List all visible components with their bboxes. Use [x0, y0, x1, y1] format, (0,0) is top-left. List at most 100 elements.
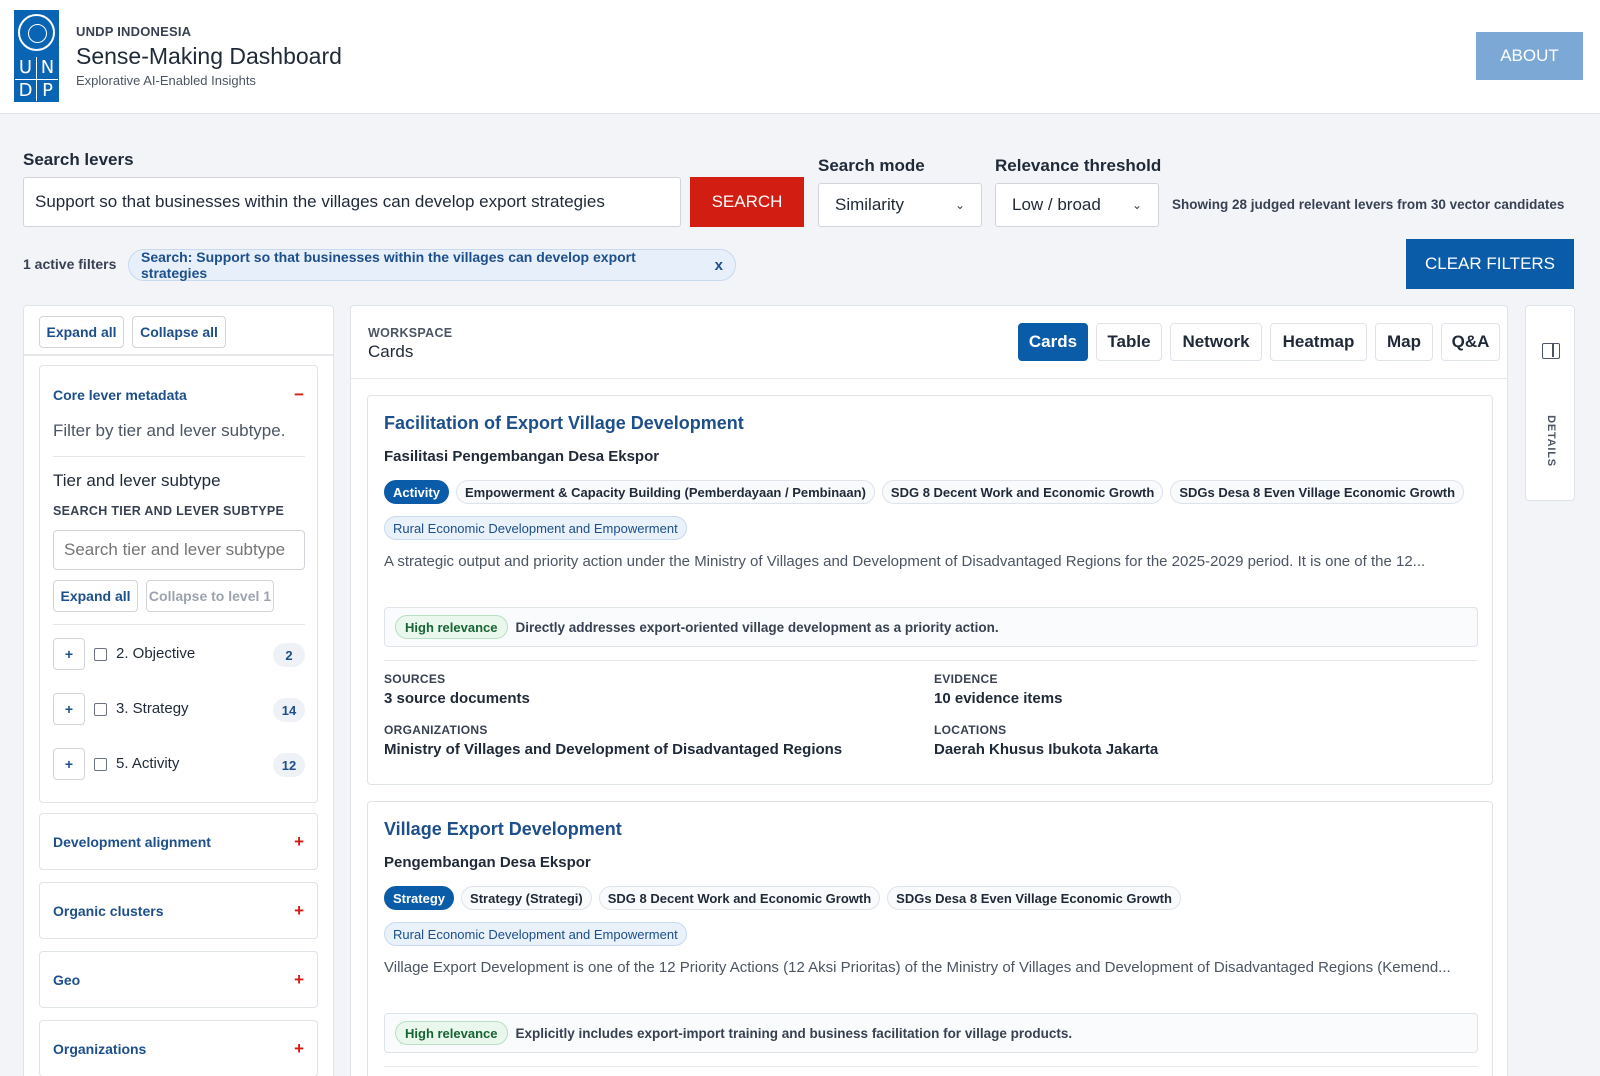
lever-card: Village Export Development Pengembangan … — [367, 801, 1493, 1076]
tier-search-input[interactable] — [53, 530, 305, 570]
tree-expand-all-button[interactable]: Expand all — [53, 580, 138, 612]
tree-item-activity: + 5. Activity 12 — [53, 748, 305, 782]
sdg-desa-tag: SDGs Desa 8 Even Village Economic Growth — [887, 886, 1181, 910]
checkbox-icon[interactable] — [94, 758, 107, 771]
card-subtitle: Fasilitasi Pengembangan Desa Ekspor — [384, 448, 660, 465]
cluster-tag: Rural Economic Development and Empowerme… — [384, 516, 687, 540]
tree-item-label[interactable]: 5. Activity — [116, 755, 179, 772]
sources-caption: SOURCES — [384, 672, 446, 686]
tier-tag: Activity — [384, 480, 449, 504]
tree-item-label[interactable]: 3. Strategy — [116, 700, 189, 717]
relevance-threshold-value: Low / broad — [1012, 195, 1101, 214]
workspace-panel: WORKSPACE Cards Cards Table Network Heat… — [350, 305, 1508, 1076]
close-icon[interactable]: x — [715, 257, 723, 274]
logo-letter: P — [37, 79, 58, 101]
logo-letter: N — [37, 57, 58, 79]
section-title[interactable]: Core lever metadata — [53, 387, 187, 403]
tier-search-caption: SEARCH TIER AND LEVER SUBTYPE — [53, 504, 285, 518]
sources-value: 3 source documents — [384, 690, 530, 707]
search-mode-label: Search mode — [818, 156, 925, 175]
section-title: Organic clusters — [53, 903, 164, 919]
divider — [384, 1066, 1478, 1067]
organizations-section[interactable]: Organizations + — [39, 1020, 318, 1076]
plus-icon[interactable]: + — [294, 901, 304, 921]
organic-clusters-section[interactable]: Organic clusters + — [39, 882, 318, 939]
expand-all-button[interactable]: Expand all — [39, 316, 124, 348]
workspace-title: Cards — [368, 342, 414, 361]
card-description: Village Export Development is one of the… — [384, 959, 1451, 976]
subtype-tag: Strategy (Strategi) — [461, 886, 592, 910]
tag-list: Rural Economic Development and Empowerme… — [384, 922, 687, 946]
relevance-threshold-select[interactable]: Low / broad ⌄ — [995, 183, 1159, 227]
tab-cards[interactable]: Cards — [1018, 323, 1088, 361]
panel-toggle-icon[interactable] — [1542, 343, 1560, 359]
clear-filters-button[interactable]: CLEAR FILTERS — [1406, 239, 1574, 289]
relevance-badge: High relevance — [395, 1021, 508, 1045]
search-input[interactable] — [23, 177, 681, 227]
search-label: Search levers — [23, 150, 134, 169]
plus-icon[interactable]: + — [53, 693, 85, 725]
checkbox-icon[interactable] — [94, 648, 107, 661]
divider — [53, 456, 305, 457]
tree-item-strategy: + 3. Strategy 14 — [53, 693, 305, 727]
search-button[interactable]: SEARCH — [690, 177, 804, 227]
tab-map[interactable]: Map — [1375, 323, 1433, 361]
tab-heatmap[interactable]: Heatmap — [1270, 323, 1367, 361]
plus-icon[interactable]: + — [294, 970, 304, 990]
app-header: U N D P UNDP INDONESIA Sense-Making Dash… — [0, 0, 1600, 114]
filter-chip[interactable]: Search: Support so that businesses withi… — [128, 249, 736, 281]
tag-list: Strategy Strategy (Strategi) SDG 8 Decen… — [384, 886, 1181, 910]
locations-caption: LOCATIONS — [934, 723, 1007, 737]
search-mode-select[interactable]: Similarity ⌄ — [818, 183, 982, 227]
section-title: Organizations — [53, 1041, 147, 1057]
relevance-threshold-label: Relevance threshold — [995, 156, 1162, 175]
checkbox-icon[interactable] — [94, 703, 107, 716]
minus-icon[interactable]: − — [294, 385, 304, 405]
tree-item-count: 12 — [273, 753, 305, 777]
tab-qa[interactable]: Q&A — [1441, 323, 1500, 361]
tree-item-objective: + 2. Objective 2 — [53, 638, 305, 672]
tab-network[interactable]: Network — [1170, 323, 1262, 361]
tab-table[interactable]: Table — [1096, 323, 1162, 361]
geo-section[interactable]: Geo + — [39, 951, 318, 1008]
tag-list: Activity Empowerment & Capacity Building… — [384, 480, 1465, 504]
section-title: Development alignment — [53, 834, 211, 850]
divider — [351, 378, 1507, 379]
evidence-caption: EVIDENCE — [934, 672, 998, 686]
tier-tag: Strategy — [384, 886, 455, 910]
plus-icon[interactable]: + — [53, 638, 85, 670]
plus-icon[interactable]: + — [294, 832, 304, 852]
filter-sidebar: Expand all Collapse all Core lever metad… — [23, 305, 334, 1076]
search-mode-value: Similarity — [835, 195, 904, 214]
plus-icon[interactable]: + — [53, 748, 85, 780]
card-title[interactable]: Facilitation of Export Village Developme… — [384, 413, 744, 434]
plus-icon[interactable]: + — [294, 1039, 304, 1059]
sdg-tag: SDG 8 Decent Work and Economic Growth — [881, 480, 1164, 504]
relevance-badge: High relevance — [395, 615, 508, 639]
tier-subtype-heading: Tier and lever subtype — [53, 471, 221, 490]
subtype-tag: Empowerment & Capacity Building (Pemberd… — [455, 480, 875, 504]
divider — [384, 660, 1478, 661]
relevance-text: Directly addresses export-oriented villa… — [515, 619, 999, 635]
section-description: Filter by tier and lever subtype. — [53, 421, 286, 440]
page-title: Sense-Making Dashboard — [76, 43, 342, 69]
un-emblem-icon — [18, 14, 55, 51]
card-subtitle: Pengembangan Desa Ekspor — [384, 854, 591, 871]
tree-item-count: 2 — [273, 643, 305, 667]
collapse-all-button[interactable]: Collapse all — [132, 316, 226, 348]
development-alignment-section[interactable]: Development alignment + — [39, 813, 318, 870]
divider — [53, 624, 305, 625]
tree-item-label[interactable]: 2. Objective — [116, 645, 195, 662]
tag-list: Rural Economic Development and Empowerme… — [384, 516, 687, 540]
about-button[interactable]: ABOUT — [1476, 32, 1583, 80]
section-title: Geo — [53, 972, 81, 988]
filter-chip-label: Search: Support so that businesses withi… — [141, 249, 636, 281]
logo-letter: U — [15, 57, 36, 79]
org-name: UNDP INDONESIA — [76, 24, 192, 39]
card-title[interactable]: Village Export Development — [384, 819, 622, 840]
active-filters-count: 1 active filters — [23, 256, 117, 272]
sdg-desa-tag: SDGs Desa 8 Even Village Economic Growth — [1170, 480, 1465, 504]
relevance-box: High relevance Directly addresses export… — [384, 607, 1478, 647]
details-rail[interactable]: DETAILS — [1525, 305, 1575, 501]
collapse-to-level-button[interactable]: Collapse to level 1 — [146, 580, 274, 612]
